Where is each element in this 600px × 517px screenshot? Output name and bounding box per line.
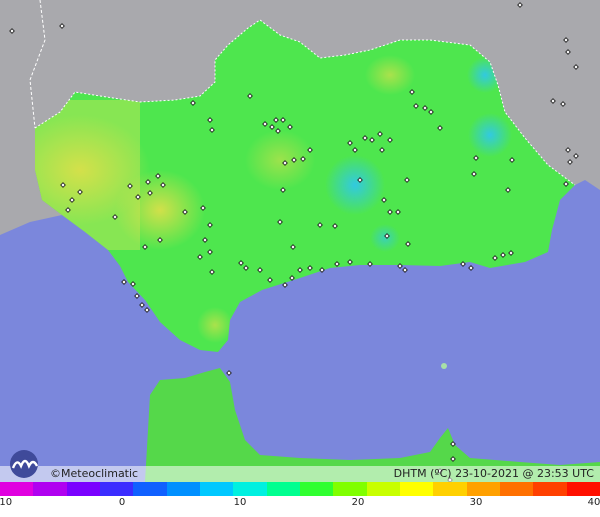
scale-swatch — [166, 482, 200, 496]
scale-swatch — [566, 482, 600, 496]
temperature-map — [0, 0, 600, 482]
scale-tick-label: 0 — [118, 497, 126, 508]
scale-swatch — [299, 482, 334, 496]
weather-map: ©Meteoclimatic DHTM (ºC) 23-10-2021 @ 23… — [0, 0, 600, 517]
scale-swatch — [533, 482, 567, 496]
scale-swatch — [33, 482, 67, 496]
scale-swatch — [399, 482, 434, 496]
scale-tick-label: 40 — [587, 497, 600, 508]
scale-swatch — [0, 482, 34, 496]
scale-swatch — [233, 482, 267, 496]
scale-tick-label: 30 — [469, 497, 483, 508]
scale-swatch — [499, 482, 534, 496]
temperature-color-scale — [0, 482, 600, 496]
scale-tick-label: 20 — [351, 497, 365, 508]
color-scale-ticks: -10 0 10 20 30 40 — [0, 497, 600, 513]
scale-swatch — [199, 482, 234, 496]
legend-caption: DHTM (ºC) 23-10-2021 @ 23:53 UTC — [393, 467, 594, 480]
scale-swatch — [99, 482, 134, 496]
scale-swatch — [266, 482, 300, 496]
scale-swatch — [333, 482, 367, 496]
scale-swatch — [133, 482, 167, 496]
scale-swatch — [433, 482, 467, 496]
scale-swatch — [66, 482, 100, 496]
copyright-label: ©Meteoclimatic — [50, 467, 139, 480]
scale-tick-label: -10 — [0, 497, 13, 508]
scale-tick-label: 10 — [233, 497, 247, 508]
island — [441, 363, 447, 369]
meteoclimatic-logo — [10, 450, 39, 478]
scale-swatch — [466, 482, 500, 496]
scale-swatch — [366, 482, 400, 496]
